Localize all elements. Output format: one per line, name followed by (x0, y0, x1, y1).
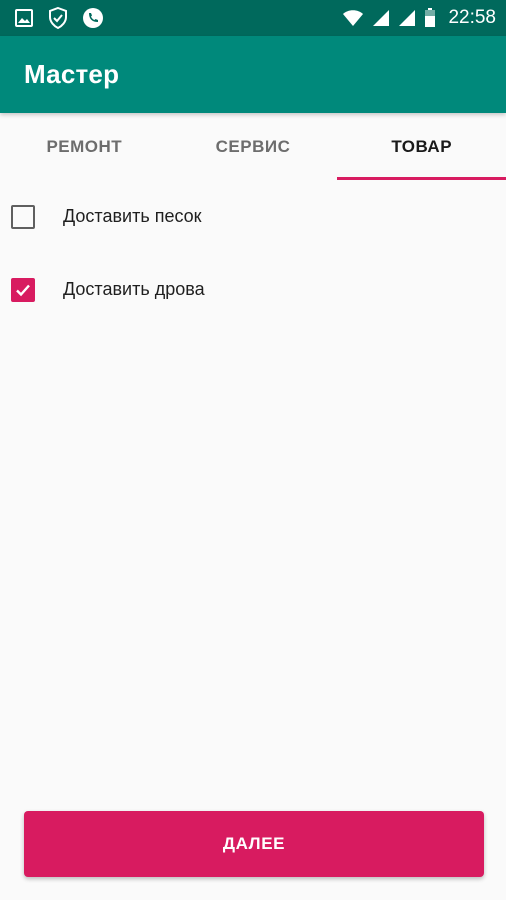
task-list: Доставить песок Доставить дрова (0, 180, 506, 326)
image-icon (14, 8, 34, 28)
checkbox-checked[interactable] (11, 277, 35, 302)
signal-icon (372, 9, 390, 27)
status-bar: 22:58 (0, 0, 506, 36)
phone-icon (82, 7, 104, 29)
battery-icon (424, 8, 436, 28)
list-item[interactable]: Доставить дрова (0, 253, 506, 326)
tab-bar: РЕМОНТ СЕРВИС ТОВАР (0, 113, 506, 180)
shield-check-icon (48, 7, 68, 29)
app-title: Мастер (24, 59, 120, 89)
status-time: 22:58 (448, 7, 496, 28)
signal-icon (398, 9, 416, 27)
notification-icons (14, 7, 104, 29)
tab-service[interactable]: СЕРВИС (169, 113, 338, 180)
item-label: Доставить песок (63, 206, 202, 226)
system-icons: 22:58 (342, 7, 496, 29)
list-item[interactable]: Доставить песок (0, 180, 506, 253)
tab-repair[interactable]: РЕМОНТ (0, 113, 169, 180)
check-icon (16, 284, 30, 296)
item-label: Доставить дрова (63, 279, 205, 299)
wifi-icon (342, 9, 364, 27)
app-bar: Мастер (0, 36, 506, 113)
next-button[interactable]: ДАЛЕЕ (24, 811, 484, 877)
checkbox-unchecked[interactable] (11, 204, 35, 229)
tab-goods[interactable]: ТОВАР (337, 113, 506, 180)
